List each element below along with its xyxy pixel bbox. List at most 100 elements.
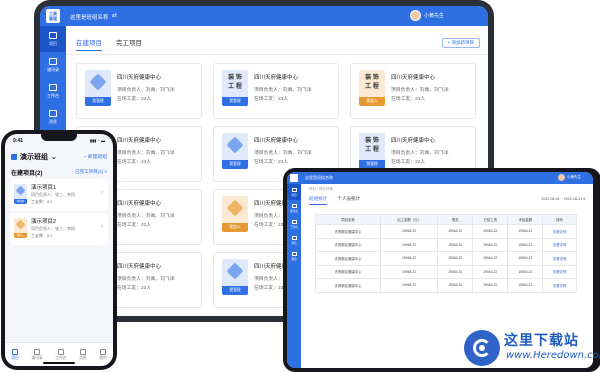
sidebar-item-project[interactable]: 项目 — [40, 26, 66, 52]
table-cell: 19064.22 — [472, 237, 509, 252]
new-team-button[interactable]: + 新建班组 — [84, 153, 107, 160]
sidebar-item-workbench[interactable]: 工作台 — [287, 216, 301, 232]
role-tag: 我管理 — [222, 97, 248, 106]
table-cell: 19064.22 — [437, 264, 474, 279]
role-tag: 我管理 — [14, 199, 27, 204]
project-manager: 项目负责人：刘禹、刘飞洋 — [391, 88, 449, 93]
view-detail-link[interactable]: 查看详情 — [542, 264, 577, 279]
tab-mine[interactable]: 我的 — [99, 348, 107, 361]
table-row: 天府新区健康中心 19064.22 19064.22 19064.22 19064.22… — [314, 237, 577, 252]
watermark: 这里下载站 www.Heredown.com — [464, 328, 600, 368]
thumbnail-text: 装 饰 工 程 — [365, 75, 379, 90]
tab-completed[interactable]: 完工项目 — [116, 37, 142, 51]
table-cell: 天府新区健康中心 — [314, 251, 382, 266]
table-cell: 19064.22 — [507, 278, 544, 293]
completed-projects-link[interactable]: 已完工项目(1) > — [75, 169, 107, 175]
table-row: 天府新区健康中心 19064.22 19064.22 19064.22 19064.22… — [314, 278, 577, 293]
tab-person-stats[interactable]: 个人员统计 — [337, 196, 360, 205]
project-card[interactable]: 我管理 四川天府健康中心项目负责人：刘禹、刘飞洋在场工友：23人 — [76, 63, 202, 119]
sidebar: 项目 通讯录 工作台 消息 我的 — [287, 184, 301, 368]
sidebar-item-project[interactable]: 项目 — [287, 184, 301, 200]
project-icon — [12, 348, 19, 355]
project-title: 四川天府健康中心 — [117, 138, 162, 144]
role-tag: 我加入 — [359, 97, 385, 106]
project-card[interactable]: 装 饰 工 程我加入 四川天府健康中心 项目负责人：刘禹、刘飞洋 在场工友：23人 — [350, 63, 476, 119]
table-cell: 19064.22 — [472, 251, 509, 266]
project-title: 四川天府健康中心 — [254, 138, 299, 144]
sidebar-item-workbench[interactable]: 工作台 — [40, 78, 66, 104]
project-workers: 在场工友：23人 — [117, 97, 152, 102]
layers-icon — [226, 136, 244, 154]
table-cell: 19064.22 — [380, 278, 439, 293]
user-icon — [99, 348, 106, 355]
sidebar-item-label: 通讯录 — [47, 66, 59, 72]
project-tabs: 在建项目 完工项目 — [76, 37, 142, 51]
team-selector[interactable]: 演示班组 ⌄ — [11, 152, 57, 162]
tab-project[interactable]: 项目 — [11, 348, 19, 361]
project-title: 演示项目1 — [31, 185, 57, 191]
project-card[interactable]: 装 饰 工 程我管理 四川天府健康中心 项目负责人：刘禹、刘飞洋 在场工友：23人 — [213, 63, 339, 119]
breadcrumb: 项目 / 项目详情 — [309, 187, 333, 191]
project-thumbnail: 我加入 — [222, 196, 248, 232]
workbench-icon — [49, 83, 57, 91]
watermark-logo-icon — [464, 330, 500, 366]
sidebar-item-label: 消息 — [49, 118, 57, 124]
view-detail-link[interactable]: 查看详情 — [542, 237, 577, 252]
view-detail-link[interactable]: 查看详情 — [542, 278, 577, 293]
project-workers: 工友数：8人 — [31, 233, 54, 238]
layers-icon — [15, 185, 26, 196]
sidebar-item-message[interactable]: 消息 — [40, 104, 66, 130]
table-cell: 19064.22 — [380, 224, 439, 239]
role-tag: 我管理 — [222, 286, 248, 295]
tab-message[interactable]: 消息 — [79, 348, 87, 361]
sidebar-item-label: 我的 — [291, 257, 297, 261]
team-icon — [11, 154, 17, 160]
project-manager: 项目负责人：刘禹、刘飞洋 — [254, 88, 312, 93]
role-tag: 我管理 — [85, 97, 111, 106]
message-icon — [49, 109, 57, 117]
user-menu[interactable]: 小黄先生 — [558, 174, 581, 181]
sidebar-item-contacts[interactable]: 通讯录 — [287, 200, 301, 216]
phone-screen: 9:41 ▮▮▮ ◔ ▬ 演示班组 ⌄ + 新建班组 在建项目(2) 已完工项目… — [5, 134, 113, 366]
table-cell: 19064.22 — [380, 251, 439, 266]
table-header-row: 项目名称 出工金额（元） 借支 已结工资 未结金额 操作 — [314, 214, 577, 225]
role-tag: 我加入 — [14, 233, 27, 238]
table-cell: 19064.22 — [380, 264, 439, 279]
list-item[interactable]: 我加入 演示项目2 项目负责人：张三、李四 工友数：8人 › — [10, 213, 108, 245]
user-name: 小黄先生 — [423, 13, 444, 19]
sidebar-item-label: 项目 — [291, 193, 297, 197]
date-range-picker[interactable]: 2022-08-01 ~ 2022-08-31 ▾ — [541, 197, 585, 201]
table-cell: 天府新区健康中心 — [314, 278, 382, 293]
add-project-button[interactable]: + 添加新项目 — [441, 38, 480, 48]
project-title: 四川天府健康中心 — [391, 138, 436, 144]
tab-team-stats[interactable]: 班组统计 — [309, 196, 328, 205]
contacts-icon — [49, 57, 57, 65]
tab-in-progress[interactable]: 在建项目 — [76, 37, 102, 51]
workbench-icon — [291, 219, 297, 224]
tab-label: 我的 — [99, 355, 107, 360]
sidebar-item-label: 工作台 — [290, 225, 298, 229]
project-manager: 项目负责人：刘禹、刘飞洋 — [254, 151, 312, 156]
sidebar-item-contacts[interactable]: 通讯录 — [40, 52, 66, 78]
user-menu[interactable]: 小黄先生 — [409, 10, 444, 21]
table-cell: 19064.22 — [507, 251, 544, 266]
sidebar-item-message[interactable]: 消息 — [287, 232, 301, 248]
table-cell: 19064.22 — [472, 224, 509, 239]
project-workers: 在场工友：23人 — [117, 223, 152, 228]
org-name: 这里是班组名称 — [305, 175, 333, 180]
user-icon — [291, 251, 297, 256]
sidebar-item-mine[interactable]: 我的 — [287, 248, 301, 264]
list-item[interactable]: 我管理 演示项目1 项目负责人：张三、李四 工友数：8人 › — [10, 179, 108, 211]
tab-label: 项目 — [11, 355, 19, 360]
view-detail-link[interactable]: 查看详情 — [542, 224, 577, 239]
table-row: 天府新区健康中心 19064.22 19064.22 19064.22 19064.22… — [314, 264, 577, 279]
project-manager: 项目负责人：张三、李四 — [31, 226, 75, 231]
tab-contacts[interactable]: 通讯录 — [31, 348, 43, 361]
swap-icon[interactable]: ⇄ — [112, 12, 117, 19]
project-thumbnail: 装 饰 工 程我管理 — [222, 70, 248, 106]
stats-table: 项目名称 出工金额（元） 借支 已结工资 未结金额 操作 天府新区健康中心 19064.22… — [314, 214, 577, 293]
top-bar: 这里是班组名称 小黄先生 — [287, 172, 593, 184]
tab-workbench[interactable]: 工作台 — [55, 348, 67, 361]
view-detail-link[interactable]: 查看详情 — [542, 251, 577, 266]
project-title: 四川天府健康中心 — [117, 75, 162, 81]
